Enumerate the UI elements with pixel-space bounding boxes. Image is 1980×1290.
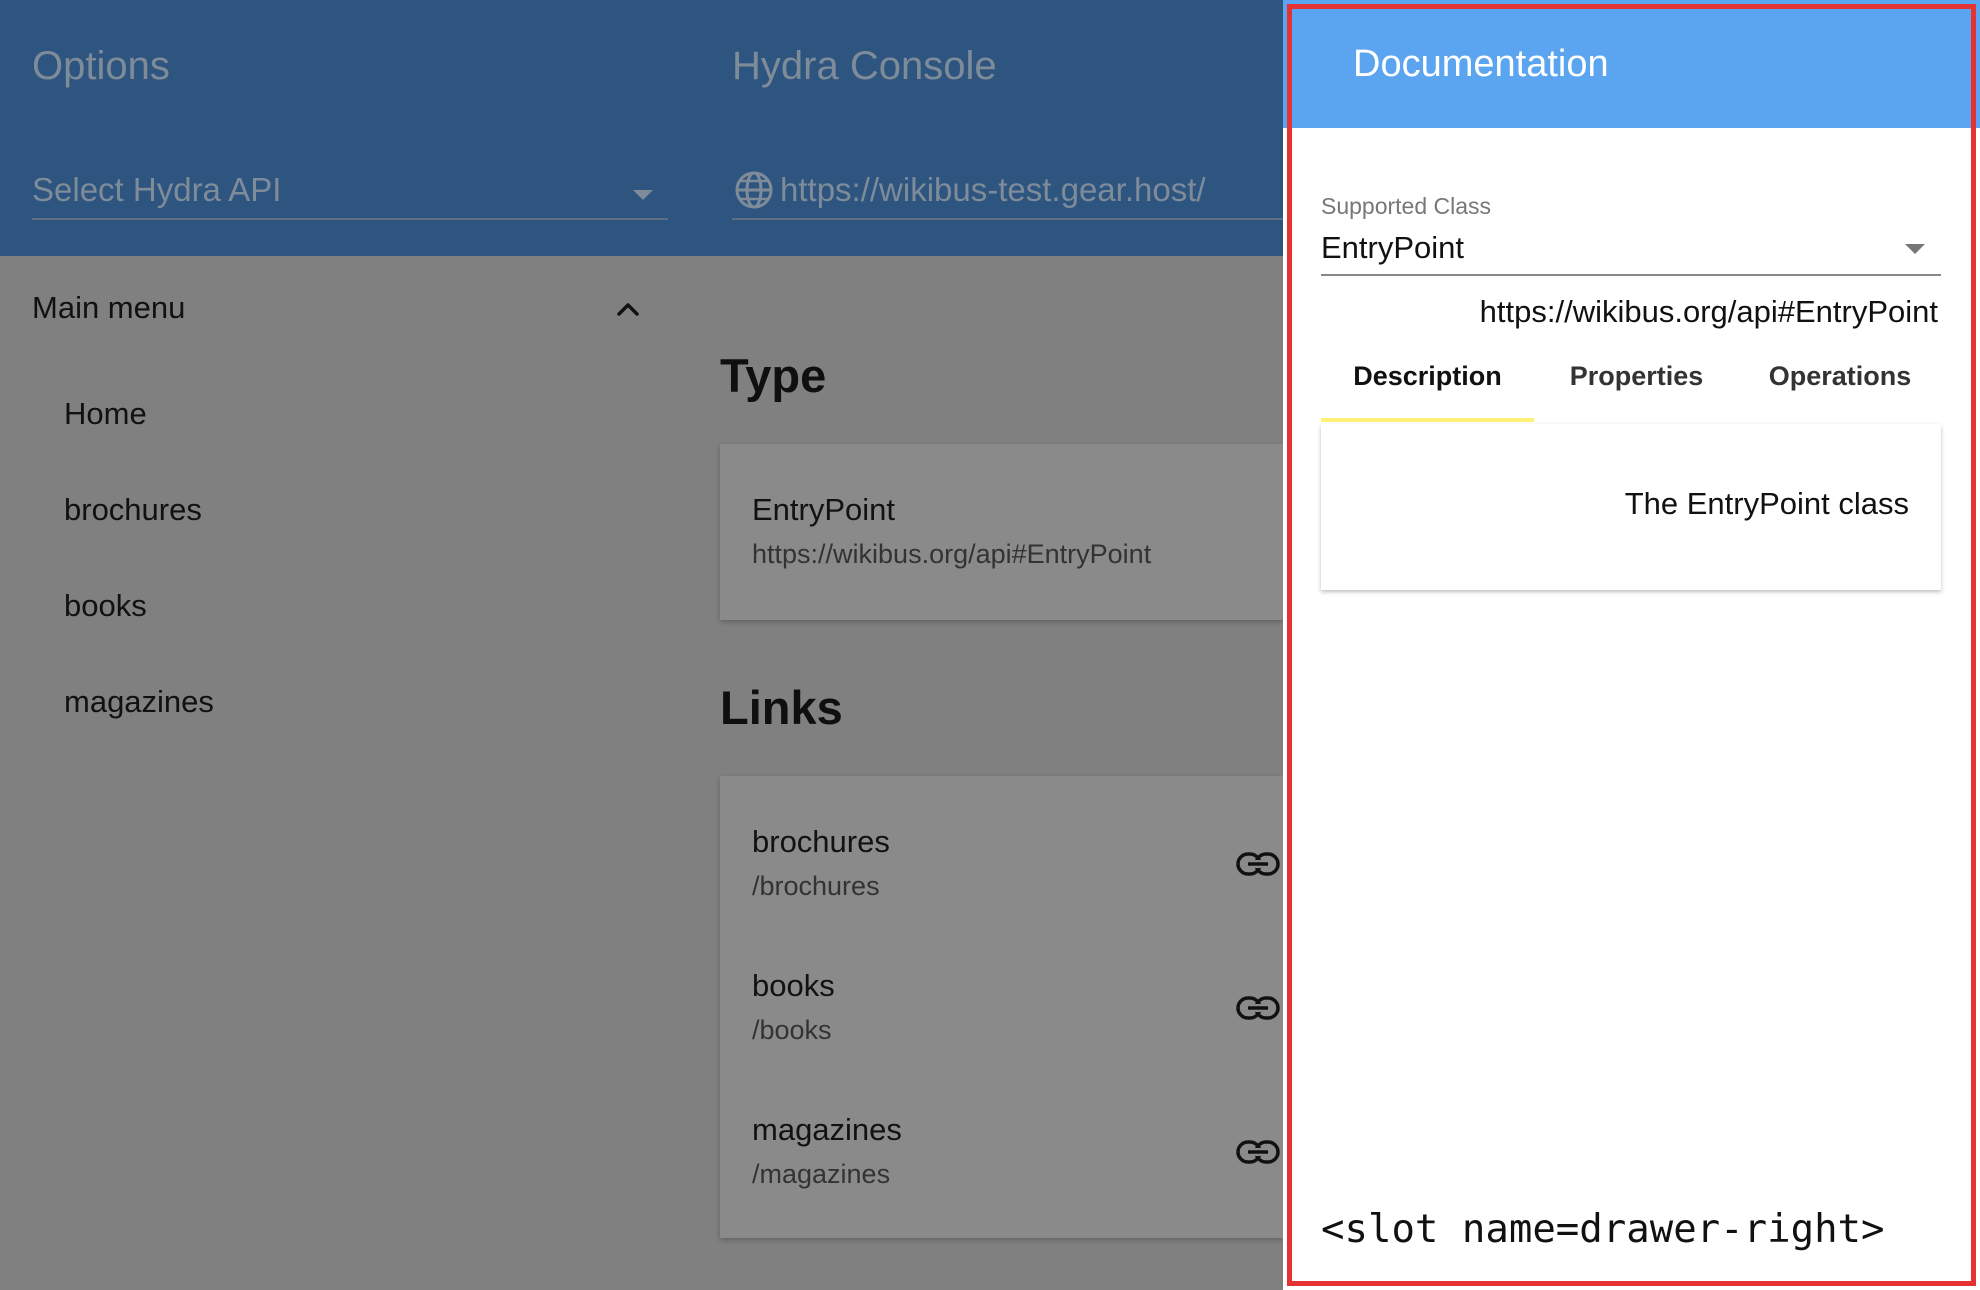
dropdown-arrow-icon [1905, 244, 1925, 254]
type-card[interactable]: EntryPoint https://wikibus.org/api#Entry… [720, 444, 1283, 620]
tab-operations[interactable]: Operations [1739, 358, 1941, 394]
links-card: brochures /brochures books /books magazi… [720, 776, 1283, 1238]
link-path: /brochures [752, 871, 880, 901]
link-icon[interactable] [1236, 852, 1280, 876]
link-title: magazines [752, 1112, 902, 1147]
drawer-header: Documentation [1283, 0, 1980, 128]
url-input[interactable]: https://wikibus-test.gear.host/ [732, 162, 1283, 220]
app-header: Options Hydra Console Select Hydra API h… [0, 0, 1283, 256]
type-card-title: EntryPoint [752, 492, 896, 527]
content-area: Main menu Home brochures books magazines… [0, 256, 1283, 1290]
menu-item-magazines[interactable]: magazines [64, 682, 214, 722]
options-title: Options [32, 44, 170, 88]
tab-properties[interactable]: Properties [1534, 358, 1739, 394]
api-select-placeholder: Select Hydra API [32, 171, 282, 208]
link-path: /magazines [752, 1159, 891, 1189]
url-value: https://wikibus-test.gear.host/ [780, 171, 1206, 208]
dropdown-arrow-icon [633, 190, 653, 200]
api-select[interactable]: Select Hydra API [32, 162, 668, 220]
supported-class-value: EntryPoint [1321, 230, 1465, 265]
type-heading: Type [720, 349, 827, 402]
menu-item-brochures[interactable]: brochures [64, 490, 202, 530]
link-title: books [752, 968, 835, 1003]
select-underline [1321, 274, 1941, 276]
supported-class-label: Supported Class [1321, 193, 1492, 219]
type-card-iri: https://wikibus.org/api#EntryPoint [752, 539, 1152, 569]
tab-description[interactable]: Description [1321, 358, 1534, 394]
class-description: The EntryPoint class [1624, 486, 1909, 521]
class-iri: https://wikibus.org/api#EntryPoint [1479, 294, 1938, 329]
slot-placeholder: <slot name=drawer-right> [1321, 1207, 1885, 1252]
link-path: /books [752, 1015, 832, 1045]
link-title: brochures [752, 824, 890, 859]
chevron-up-icon[interactable] [613, 294, 643, 324]
active-tab-indicator [1321, 418, 1534, 422]
drawer-title: Documentation [1353, 43, 1609, 85]
menu-item-books[interactable]: books [64, 586, 147, 626]
documentation-drawer: Documentation Supported Class EntryPoint… [1283, 0, 1980, 1290]
link-icon[interactable] [1236, 1140, 1280, 1164]
main-menu: Main menu Home brochures books magazines [0, 256, 700, 1290]
menu-item-home[interactable]: Home [64, 394, 147, 434]
description-card: The EntryPoint class [1321, 424, 1941, 590]
links-heading: Links [720, 681, 843, 734]
link-icon[interactable] [1236, 996, 1280, 1020]
main-menu-header[interactable]: Main menu [32, 286, 185, 330]
console-title: Hydra Console [732, 44, 997, 88]
globe-icon [735, 171, 773, 209]
